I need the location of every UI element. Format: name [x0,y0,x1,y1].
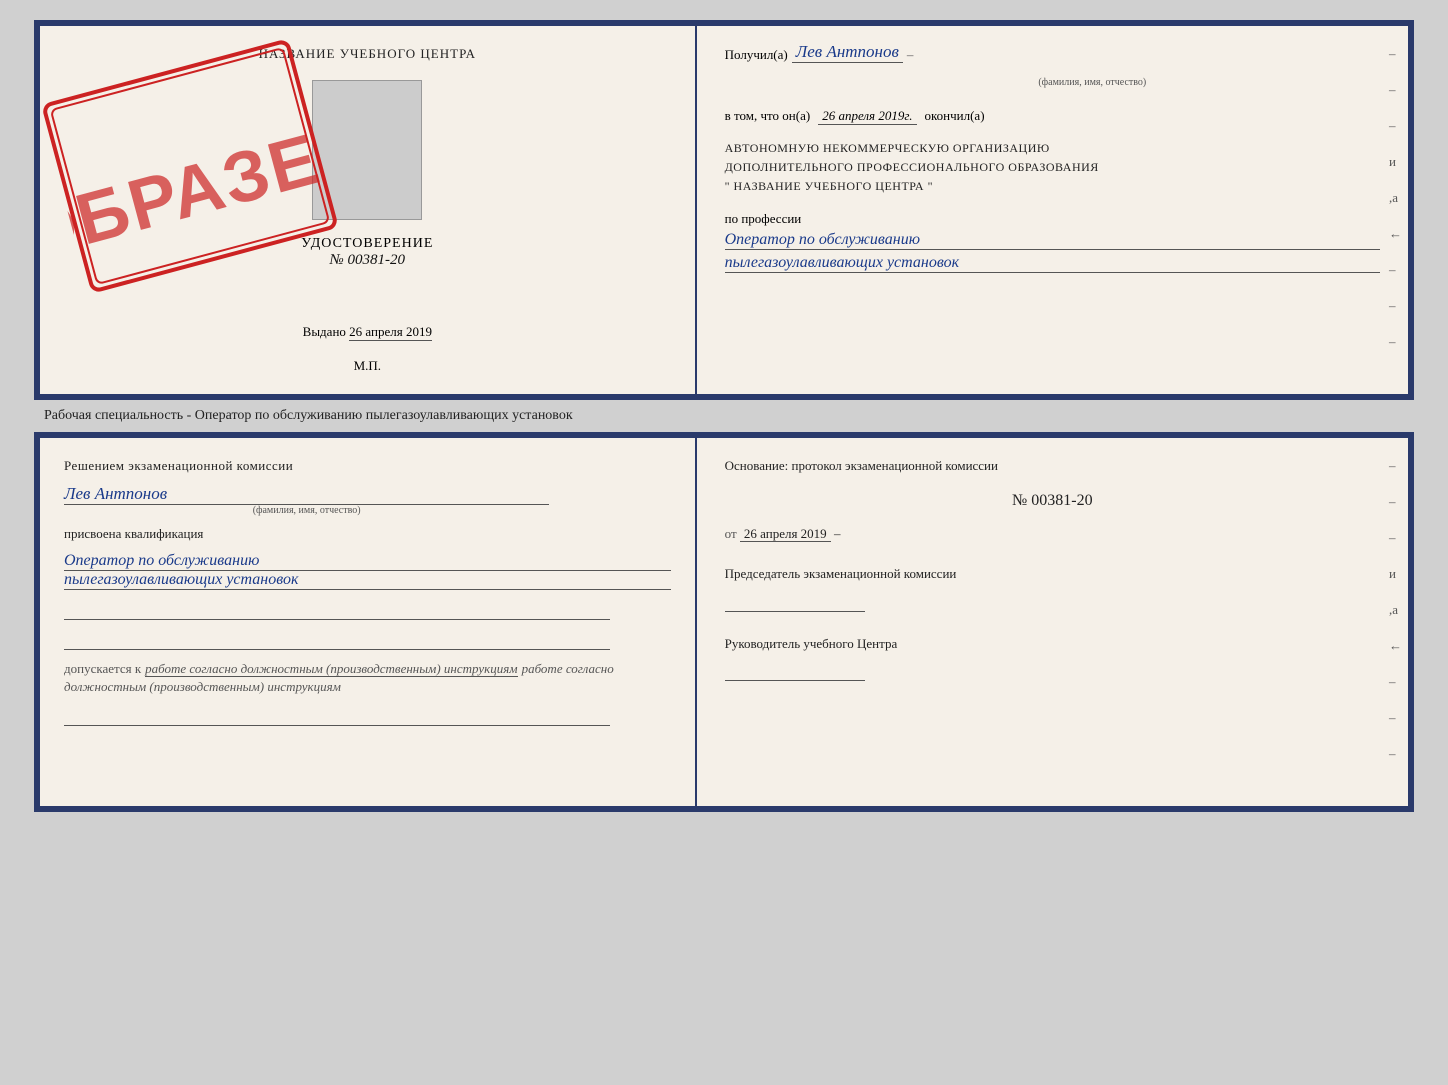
right-dashes-bottom: – – – и ,а ← – – – [1389,458,1402,762]
predsedatel-label: Председатель экзаменационной комиссии [725,564,1380,584]
vydano-date: 26 апреля 2019 [349,324,432,341]
mp-line: М.П. [354,358,381,374]
org-quote-open: " [725,179,730,193]
dopuskaetsya-row: допускается к работе согласно должностны… [64,660,671,696]
org-line1: АВТОНОМНУЮ НЕКОММЕРЧЕСКУЮ ОРГАНИЗАЦИЮ [725,139,1380,158]
vtom-row: в том, что он(а) 26 апреля 2019г. окончи… [725,108,1380,125]
org-quote-close: " [928,179,933,193]
udostoverenie-title: УДОСТОВЕРЕНИЕ [301,236,433,252]
predsedatel-signature [725,592,865,612]
profession-block: по профессии Оператор по обслуживанию пы… [725,211,1380,273]
cert-top-left: НАЗВАНИЕ УЧЕБНОГО ЦЕНТРА УДОСТОВЕРЕНИЕ №… [40,26,697,394]
blank-line3 [64,706,610,726]
cert-bottom-right: Основание: протокол экзаменационной коми… [697,438,1408,806]
org-line2: ДОПОЛНИТЕЛЬНОГО ПРОФЕССИОНАЛЬНОГО ОБРАЗО… [725,158,1380,177]
org-block: АВТОНОМНУЮ НЕКОММЕРЧЕСКУЮ ОРГАНИЗАЦИЮ ДО… [725,139,1380,197]
qual-value1: Оператор по обслуживанию [64,552,671,571]
received-label: Получил(а) [725,47,788,63]
svg-text:ОБРАЗЕЦ: ОБРАЗЕЦ [39,105,342,276]
protocol-date-value: 26 апреля 2019 [740,526,831,542]
org-name-line: " НАЗВАНИЕ УЧЕБНОГО ЦЕНТРА " [725,177,1380,196]
bottom-person-block: Лев Антпонов (фамилия, имя, отчество) [64,484,671,516]
cert-top-right: Получил(а) Лев Антпонов – (фамилия, имя,… [697,26,1408,394]
received-dash: – [907,47,914,63]
profession-label: по профессии [725,211,1380,227]
dopuskaetsya-prefix: допускается к [64,661,141,676]
blank-line1 [64,600,610,620]
dopuskaetsya-italic: работе согласно должностным (производств… [145,661,517,677]
vydano-label: Выдано [303,324,346,339]
udostoverenie-block: УДОСТОВЕРЕНИЕ № 00381-20 [301,236,433,269]
vtom-date: 26 апреля 2019г. [818,108,916,125]
bottom-person-name: Лев Антпонов [64,484,671,504]
rukovoditel-label: Руководитель учебного Центра [725,634,1380,654]
bottom-fio-label: (фамилия, имя, отчество) [64,505,549,516]
rukovoditel-signature [725,661,865,681]
cert-top: НАЗВАНИЕ УЧЕБНОГО ЦЕНТРА УДОСТОВЕРЕНИЕ №… [34,20,1414,400]
osnova-label: Основание: протокол экзаменационной коми… [725,458,1380,474]
protocol-date-dash: – [834,526,841,541]
edu-center-title: НАЗВАНИЕ УЧЕБНОГО ЦЕНТРА [259,46,476,62]
org-name: НАЗВАНИЕ УЧЕБНОГО ЦЕНТРА [734,179,925,193]
udostoverenie-number: № 00381-20 [301,252,433,269]
vtom-label: в том, что он(а) [725,108,811,124]
protocol-date-prefix: от [725,526,737,541]
document-container: НАЗВАНИЕ УЧЕБНОГО ЦЕНТРА УДОСТОВЕРЕНИЕ №… [34,20,1414,812]
obrazets-stamp: ОБРАЗЕЦ [39,36,342,296]
rukovoditel-block: Руководитель учебного Центра [725,634,1380,682]
fio-sublabel-top: (фамилия, имя, отчество) [805,77,1380,88]
received-name: Лев Антпонов [792,42,903,63]
cert-photo-area [312,80,422,220]
predsedatel-block: Председатель экзаменационной комиссии [725,564,1380,612]
blank-line2 [64,630,610,650]
protocol-date-row: от 26 апреля 2019 – [725,526,1380,542]
profession-value2: пылегазоулавливающих установок [725,254,1380,273]
cert-bottom-left: Решением экзаменационной комиссии Лев Ан… [40,438,697,806]
received-row: Получил(а) Лев Антпонов – [725,42,1380,63]
qual-block: Оператор по обслуживанию пылегазоулавлив… [64,552,671,590]
okonchil-label: окончил(а) [925,108,985,124]
middle-label: Рабочая специальность - Оператор по обсл… [34,408,573,424]
assigned-label: присвоена квалификация [64,526,671,542]
qual-value2: пылегазоулавливающих установок [64,571,671,590]
profession-value1: Оператор по обслуживанию [725,231,1380,250]
right-dashes-top: – – – и ,а ← – – – [1389,46,1402,350]
cert-bottom: Решением экзаменационной комиссии Лев Ан… [34,432,1414,812]
protocol-number: № 00381-20 [725,492,1380,510]
vydano-line: Выдано 26 апреля 2019 [303,304,432,340]
komissia-title: Решением экзаменационной комиссии [64,458,671,474]
